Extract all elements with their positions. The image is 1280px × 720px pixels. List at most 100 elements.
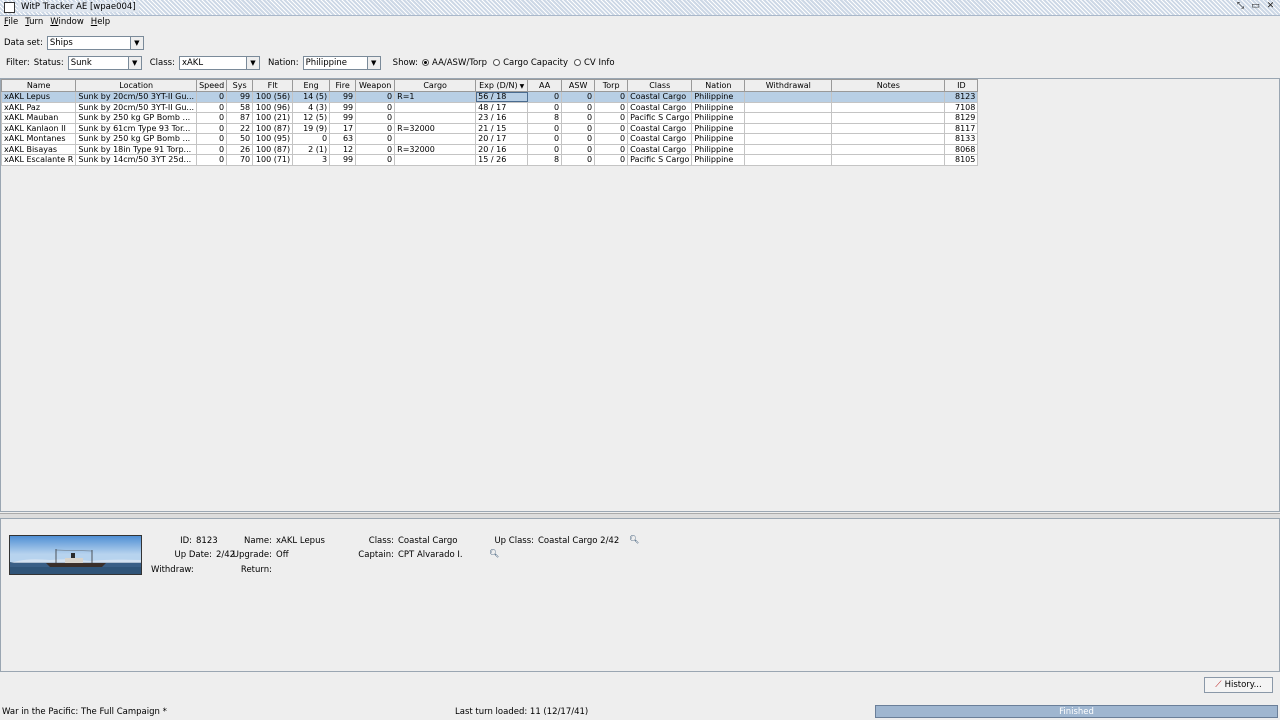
chevron-down-icon[interactable]: ▼ [127, 56, 141, 69]
table-row[interactable]: xAKL Mauban Sunk by 250 kg GP Bomb ... 0 87… [0, 112, 979, 124]
column-header-class[interactable]: Class [627, 79, 693, 92]
table-cell[interactable]: 8105 [944, 154, 979, 166]
table-cell[interactable]: Philippine [691, 91, 746, 103]
table-cell[interactable]: 0 [527, 122, 563, 134]
table-cell[interactable]: 48 / 17 [475, 101, 529, 113]
table-cell[interactable]: 7108 [944, 101, 979, 113]
table-cell[interactable]: Philippine [691, 143, 746, 155]
table-cell[interactable]: Sunk by 14cm/50 3YT 25d... [75, 154, 198, 166]
table-cell[interactable] [831, 133, 946, 145]
table-row[interactable]: xAKL Montanes Sunk by 250 kg GP Bomb ... 0… [0, 133, 979, 145]
table-cell[interactable]: 100 (95) [252, 133, 294, 145]
table-cell[interactable]: 20 / 17 [475, 133, 529, 145]
table-cell[interactable]: 17 [329, 122, 357, 134]
class-select[interactable]: xAKL ▼ [178, 55, 260, 70]
table-cell[interactable] [744, 91, 833, 103]
table-cell[interactable]: 0 [527, 91, 563, 103]
table-cell[interactable]: Philippine [691, 133, 746, 145]
table-cell[interactable]: 0 [594, 143, 629, 155]
table-cell[interactable]: 0 [561, 133, 596, 145]
table-cell[interactable]: Coastal Cargo [627, 133, 693, 145]
table-cell[interactable]: 8117 [944, 122, 979, 134]
menu-window[interactable]: Window [46, 16, 87, 29]
table-cell[interactable]: Sunk by 20cm/50 3YT-II Gu... [75, 101, 198, 113]
ships-table-area[interactable]: Name Location Speed Sys Flt Eng Fire Wea… [0, 78, 1280, 512]
column-header-weapon[interactable]: Weapon [355, 79, 396, 92]
table-cell[interactable]: 23 / 16 [475, 112, 529, 124]
table-cell[interactable]: 21 / 15 [475, 122, 529, 134]
column-header-aa[interactable]: AA [527, 79, 563, 92]
table-cell[interactable]: 70 [226, 154, 254, 166]
table-row[interactable]: xAKL Paz Sunk by 20cm/50 3YT-II Gu... 0 58 1… [0, 101, 979, 113]
table-cell[interactable]: 100 (87) [252, 122, 294, 134]
table-cell[interactable]: 0 [355, 143, 396, 155]
table-cell[interactable] [394, 133, 477, 145]
column-header-asw[interactable]: ASW [561, 79, 596, 92]
table-cell[interactable]: 99 [329, 112, 357, 124]
restore-icon[interactable]: ⤡ [1235, 1, 1246, 12]
table-cell[interactable]: 0 [292, 133, 331, 145]
table-cell[interactable]: xAKL Bisayas [0, 143, 77, 155]
chevron-down-icon[interactable]: ▼ [366, 56, 380, 69]
table-cell[interactable]: 20 / 16 [475, 143, 529, 155]
table-cell[interactable]: 99 [226, 91, 254, 103]
table-cell[interactable]: 0 [527, 101, 563, 113]
table-cell[interactable]: Philippine [691, 101, 746, 113]
table-cell[interactable] [831, 143, 946, 155]
column-header-speed[interactable]: Speed [196, 79, 228, 92]
maximize-icon[interactable]: ▭ [1250, 1, 1261, 12]
menu-file[interactable]: File [0, 16, 21, 29]
column-header-eng[interactable]: Eng [292, 79, 331, 92]
table-cell[interactable]: xAKL Mauban [0, 112, 77, 124]
table-cell[interactable]: 0 [355, 133, 396, 145]
table-cell[interactable]: 8 [527, 112, 563, 124]
status-select[interactable]: Sunk ▼ [67, 55, 142, 70]
column-header-sys[interactable]: Sys [226, 79, 254, 92]
table-cell[interactable]: Sunk by 250 kg GP Bomb ... [75, 133, 198, 145]
table-cell[interactable] [744, 143, 833, 155]
column-header-exp[interactable]: Exp (D/N) ▼ [475, 79, 529, 92]
table-cell[interactable]: 56 / 18 [475, 91, 529, 103]
table-cell[interactable]: 87 [226, 112, 254, 124]
table-cell[interactable]: Coastal Cargo [627, 91, 693, 103]
table-cell[interactable]: 0 [196, 112, 228, 124]
table-cell[interactable] [744, 154, 833, 166]
table-cell[interactable]: 15 / 26 [475, 154, 529, 166]
table-cell[interactable] [394, 112, 477, 124]
table-cell[interactable]: 0 [594, 133, 629, 145]
close-icon[interactable]: ✕ [1265, 1, 1276, 12]
table-cell[interactable]: Philippine [691, 112, 746, 124]
search-icon[interactable]: 🔍︎ [489, 549, 499, 558]
table-cell[interactable]: 26 [226, 143, 254, 155]
table-cell[interactable]: 8 [527, 154, 563, 166]
table-cell[interactable]: Coastal Cargo [627, 122, 693, 134]
table-cell[interactable]: 58 [226, 101, 254, 113]
table-cell[interactable]: 0 [561, 143, 596, 155]
table-cell[interactable] [831, 122, 946, 134]
show-cargo-capacity-radio[interactable]: Cargo Capacity [493, 58, 568, 68]
table-cell[interactable]: 0 [355, 101, 396, 113]
table-cell[interactable]: R=32000 [394, 122, 477, 134]
show-aa-asw-torp-radio[interactable]: AA/ASW/Torp [422, 58, 487, 68]
table-cell[interactable]: 4 (3) [292, 101, 331, 113]
table-cell[interactable]: 0 [561, 112, 596, 124]
table-cell[interactable]: xAKL Paz [0, 101, 77, 113]
table-cell[interactable] [394, 101, 477, 113]
table-cell[interactable] [394, 154, 477, 166]
chevron-down-icon[interactable]: ▼ [129, 36, 143, 49]
table-cell[interactable]: 0 [561, 91, 596, 103]
column-header-cargo[interactable]: Cargo [394, 79, 477, 92]
table-cell[interactable]: 14 (5) [292, 91, 331, 103]
table-cell[interactable] [744, 122, 833, 134]
table-cell[interactable]: 99 [329, 101, 357, 113]
table-cell[interactable]: 0 [594, 112, 629, 124]
table-cell[interactable]: 0 [527, 133, 563, 145]
column-header-withdrawal[interactable]: Withdrawal [744, 79, 833, 92]
table-cell[interactable] [744, 112, 833, 124]
table-cell[interactable]: 12 (5) [292, 112, 331, 124]
table-cell[interactable]: Coastal Cargo [627, 143, 693, 155]
table-cell[interactable] [744, 101, 833, 113]
table-cell[interactable]: 8068 [944, 143, 979, 155]
table-cell[interactable] [831, 154, 946, 166]
table-cell[interactable]: 0 [196, 133, 228, 145]
